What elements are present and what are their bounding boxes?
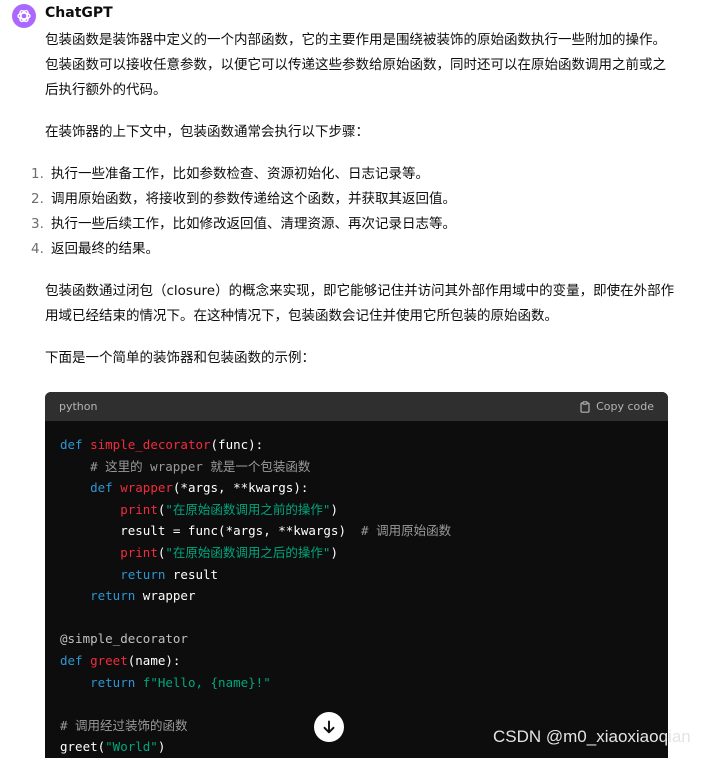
code-line: return f"Hello, {name}!" bbox=[60, 672, 653, 694]
code-token: (*args, **kwargs): bbox=[172, 480, 309, 496]
code-token: print bbox=[120, 544, 158, 560]
code-token: result bbox=[165, 566, 219, 582]
list-number: 2. bbox=[31, 191, 44, 207]
code-token: wrapper bbox=[120, 480, 173, 496]
code-line: def simple_decorator(func): bbox=[60, 434, 653, 456]
list-item: 2. 调用原始函数，将接收到的参数传递给这个函数，并获取其返回值。 bbox=[31, 187, 675, 212]
list-number: 1. bbox=[31, 166, 44, 182]
code-token: wrapper bbox=[135, 588, 196, 604]
paragraph-intro: 包装函数是装饰器中定义的一个内部函数，它的主要作用是围绕被装饰的原始函数执行一些… bbox=[45, 32, 666, 98]
code-line: def greet(name): bbox=[60, 650, 653, 672]
code-token: return bbox=[90, 588, 136, 604]
list-item: 3. 执行一些后续工作，比如修改返回值、清理资源、再次记录日志等。 bbox=[31, 212, 675, 237]
list-number: 3. bbox=[31, 216, 44, 232]
clipboard-icon bbox=[580, 400, 590, 413]
code-token: "World" bbox=[105, 739, 158, 755]
list-text: 执行一些准备工作，比如参数检查、资源初始化、日志记录等。 bbox=[51, 166, 429, 182]
paragraph-steps-lead: 在装饰器的上下文中，包装函数通常会执行以下步骤： bbox=[45, 124, 369, 140]
list-number: 4. bbox=[31, 241, 44, 257]
copy-code-button[interactable]: Copy code bbox=[579, 400, 654, 413]
openai-logo-icon bbox=[17, 9, 31, 23]
code-token: "在原始函数调用之后的操作" bbox=[165, 544, 331, 560]
code-token: def bbox=[60, 652, 91, 668]
code-token: result = func(*args, **kwargs) bbox=[60, 523, 362, 539]
code-token: (name): bbox=[127, 652, 181, 668]
code-token: ) bbox=[330, 544, 338, 560]
code-content[interactable]: def simple_decorator(func): # 这里的 wrappe… bbox=[45, 421, 668, 758]
steps-list: 1. 执行一些准备工作，比如参数检查、资源初始化、日志记录等。 2. 调用原始函数，… bbox=[31, 162, 675, 262]
code-header: python Copy code bbox=[45, 392, 668, 421]
paragraph-closure: 包装函数通过闭包（closure）的概念来实现，即它能够记住并访问其外部作用域中… bbox=[45, 283, 675, 324]
code-line: print("在原始函数调用之前的操作") bbox=[60, 499, 653, 521]
code-block: python Copy code def simple_decorator(fu… bbox=[45, 392, 668, 758]
watermark: CSDN @m0_xiaoxiaoqian bbox=[493, 727, 691, 746]
code-language: python bbox=[59, 400, 98, 413]
code-line: return result bbox=[60, 564, 653, 586]
code-token: return bbox=[90, 674, 136, 690]
code-line: ​ bbox=[60, 693, 653, 715]
code-token: (func): bbox=[210, 437, 264, 452]
code-token: @simple_decorator bbox=[60, 631, 188, 647]
list-text: 调用原始函数，将接收到的参数传递给这个函数，并获取其返回值。 bbox=[51, 191, 456, 207]
author-name: ChatGPT bbox=[45, 5, 113, 21]
list-text: 返回最终的结果。 bbox=[51, 241, 159, 257]
code-line: def wrapper(*args, **kwargs): bbox=[60, 477, 653, 499]
copy-code-label: Copy code bbox=[596, 400, 654, 413]
code-token: "在原始函数调用之前的操作" bbox=[165, 501, 331, 517]
code-token: ) bbox=[330, 501, 338, 517]
code-token: print bbox=[120, 501, 158, 517]
list-text: 执行一些后续工作，比如修改返回值、清理资源、再次记录日志等。 bbox=[51, 216, 456, 232]
message-body: 包装函数是装饰器中定义的一个内部函数，它的主要作用是围绕被装饰的原始函数执行一些… bbox=[31, 28, 675, 388]
code-token: greet bbox=[90, 652, 128, 668]
code-token: # 调用经过装饰的函数 bbox=[60, 717, 188, 733]
code-token: return bbox=[120, 566, 166, 582]
code-token: simple_decorator bbox=[90, 437, 211, 452]
scroll-down-button[interactable] bbox=[314, 712, 344, 742]
code-line: print("在原始函数调用之后的操作") bbox=[60, 542, 653, 564]
code-token: # 这里的 wrapper 就是一个包装函数 bbox=[90, 458, 311, 474]
code-line: result = func(*args, **kwargs) # 调用原始函数 bbox=[60, 520, 653, 542]
list-item: 4. 返回最终的结果。 bbox=[31, 237, 675, 262]
code-token: # 调用原始函数 bbox=[361, 523, 452, 539]
code-line: return wrapper bbox=[60, 585, 653, 607]
code-token: f"Hello, {name}!" bbox=[142, 674, 271, 690]
code-line: ​ bbox=[60, 607, 653, 629]
code-token: ) bbox=[157, 739, 166, 755]
code-token: def bbox=[90, 480, 121, 496]
code-token: def bbox=[60, 437, 91, 452]
code-line: @simple_decorator bbox=[60, 628, 653, 650]
arrow-down-icon bbox=[323, 720, 335, 734]
code-token: greet( bbox=[60, 739, 106, 755]
chatgpt-avatar bbox=[12, 4, 36, 28]
paragraph-example: 下面是一个简单的装饰器和包装函数的示例： bbox=[45, 350, 315, 366]
list-item: 1. 执行一些准备工作，比如参数检查、资源初始化、日志记录等。 bbox=[31, 162, 675, 187]
code-line: # 这里的 wrapper 就是一个包装函数 bbox=[60, 456, 653, 478]
